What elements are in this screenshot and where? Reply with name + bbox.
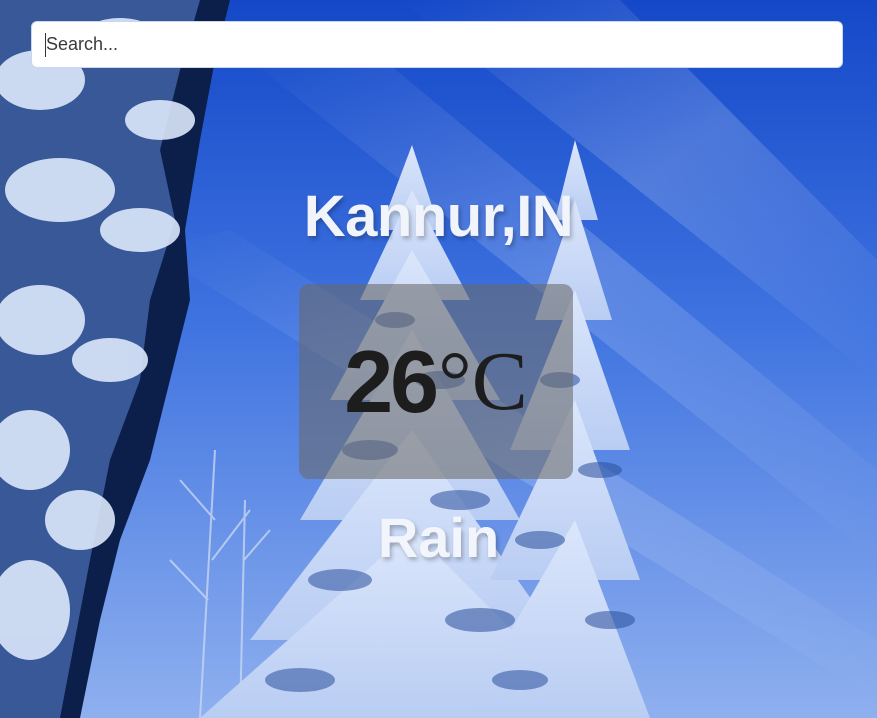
temperature-value: 26 bbox=[344, 331, 439, 431]
weather-condition: Rain bbox=[377, 506, 500, 569]
temperature-box: 26 °C bbox=[299, 284, 573, 479]
temperature-unit: °C bbox=[438, 335, 528, 428]
search-input[interactable] bbox=[31, 21, 843, 68]
text-cursor bbox=[45, 33, 46, 57]
location-name: Kannur,IN bbox=[303, 184, 574, 249]
search-bar bbox=[31, 21, 843, 68]
